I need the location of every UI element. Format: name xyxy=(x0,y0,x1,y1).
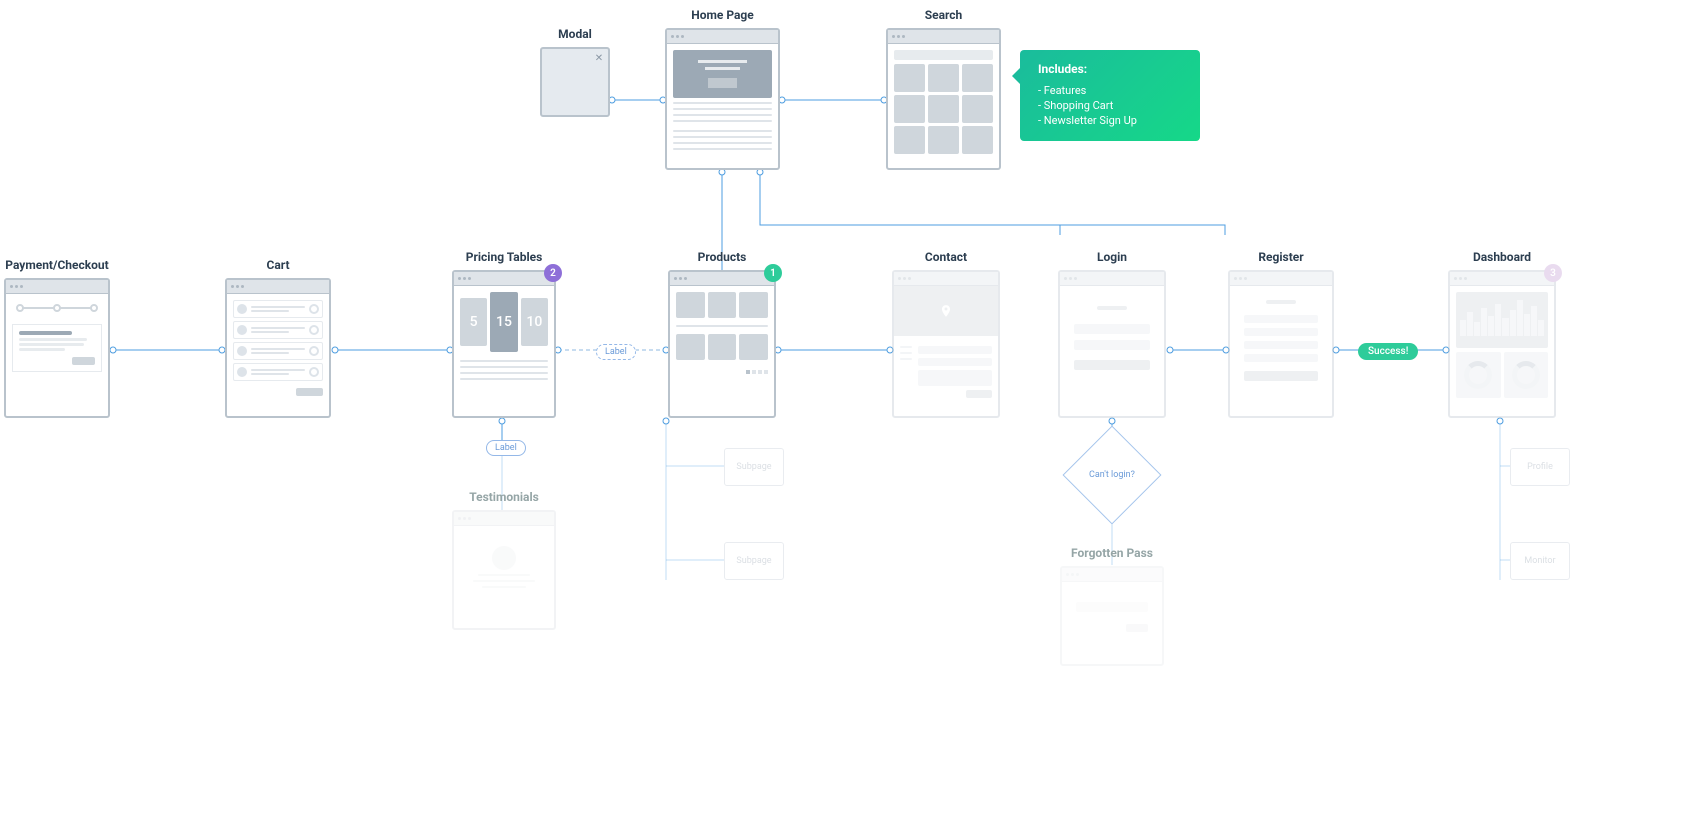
callout-title: Includes: xyxy=(1038,62,1182,76)
close-icon: ✕ xyxy=(594,53,604,63)
decision-text: Can't login? xyxy=(1089,470,1135,480)
modal-wireframe: ✕ xyxy=(540,47,610,117)
node-title-home: Home Page xyxy=(665,8,780,22)
cart-wireframe xyxy=(225,278,331,418)
home-wireframe xyxy=(665,28,780,170)
node-register[interactable]: Register xyxy=(1228,250,1334,418)
node-payment[interactable]: Payment/Checkout xyxy=(4,258,110,418)
login-wireframe xyxy=(1058,270,1166,418)
node-home[interactable]: Home Page xyxy=(665,8,780,170)
price-col-2: 15 xyxy=(490,292,517,352)
callout-item: - Features xyxy=(1038,84,1182,97)
node-contact[interactable]: Contact xyxy=(892,250,1000,418)
price-col-3: 10 xyxy=(521,298,548,346)
node-title-login: Login xyxy=(1058,250,1166,264)
badge-3: 3 xyxy=(1544,264,1562,282)
label-pill-dashed: Label xyxy=(596,344,636,360)
includes-callout: Includes: - Features - Shopping Cart - N… xyxy=(1020,50,1200,141)
subpage-2[interactable]: Subpage xyxy=(724,542,784,580)
node-title-payment: Payment/Checkout xyxy=(4,258,110,272)
map-pin-icon xyxy=(939,302,953,320)
node-title-testimonials: Testimonials xyxy=(452,490,556,504)
register-wireframe xyxy=(1228,270,1334,418)
forgotten-wireframe xyxy=(1060,566,1164,666)
node-title-cart: Cart xyxy=(225,258,331,272)
node-title-modal: Modal xyxy=(540,27,610,41)
subpage-monitor[interactable]: Monitor xyxy=(1510,542,1570,580)
subpage-1[interactable]: Subpage xyxy=(724,448,784,486)
price-col-1: 5 xyxy=(460,298,487,346)
node-testimonials[interactable]: Testimonials xyxy=(452,490,556,630)
search-wireframe xyxy=(886,28,1001,170)
decision-cant-login[interactable]: Can't login? xyxy=(1063,426,1162,525)
products-wireframe: 1 xyxy=(668,270,776,418)
node-title-pricing: Pricing Tables xyxy=(452,250,556,264)
node-products[interactable]: Products 1 xyxy=(668,250,776,418)
success-pill: Success! xyxy=(1358,343,1418,360)
contact-wireframe xyxy=(892,270,1000,418)
node-title-search: Search xyxy=(886,8,1001,22)
node-title-forgotten: Forgotten Pass xyxy=(1060,546,1164,560)
callout-item: - Shopping Cart xyxy=(1038,99,1182,112)
node-login[interactable]: Login xyxy=(1058,250,1166,418)
node-dashboard[interactable]: Dashboard 3 xyxy=(1448,250,1556,418)
payment-wireframe xyxy=(4,278,110,418)
badge-2: 2 xyxy=(544,264,562,282)
node-title-dashboard: Dashboard xyxy=(1448,250,1556,264)
callout-item: - Newsletter Sign Up xyxy=(1038,114,1182,127)
pricing-wireframe: 2 5 15 10 xyxy=(452,270,556,418)
label-pill: Label xyxy=(486,440,526,456)
node-title-products: Products xyxy=(668,250,776,264)
node-forgotten-pass[interactable]: Forgotten Pass xyxy=(1060,546,1164,666)
subpage-profile[interactable]: Profile xyxy=(1510,448,1570,486)
node-pricing[interactable]: Pricing Tables 2 5 15 10 xyxy=(452,250,556,418)
testimonials-wireframe xyxy=(452,510,556,630)
node-search[interactable]: Search xyxy=(886,8,1001,170)
node-title-contact: Contact xyxy=(892,250,1000,264)
dashboard-wireframe: 3 xyxy=(1448,270,1556,418)
badge-1: 1 xyxy=(764,264,782,282)
node-title-register: Register xyxy=(1228,250,1334,264)
node-cart[interactable]: Cart xyxy=(225,258,331,418)
node-modal[interactable]: Modal ✕ xyxy=(540,27,610,117)
